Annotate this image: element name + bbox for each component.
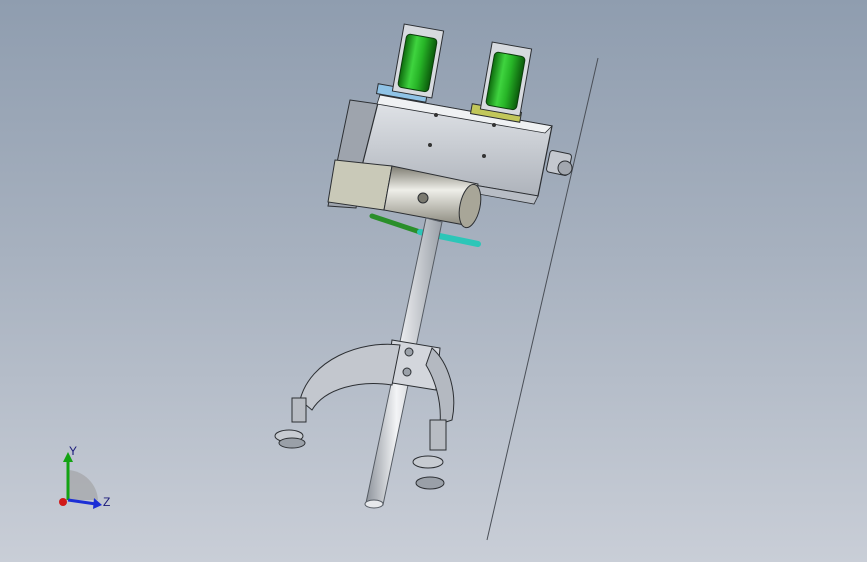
right-foot-cup [412, 455, 444, 469]
triad-y-label: Y [69, 444, 78, 458]
z-axis-line [67, 498, 97, 506]
left-foot-pad [278, 437, 306, 449]
clamp-bolt [404, 347, 414, 357]
side-knob-cap [557, 160, 573, 176]
motor-shaft-hole [417, 192, 429, 204]
screw [482, 154, 486, 158]
right-foot-stem [429, 419, 447, 451]
triad-z-label: Z [103, 495, 111, 509]
gripper-arch [299, 343, 401, 411]
screw [492, 123, 496, 127]
axis-triad [59, 452, 102, 509]
screw [434, 113, 438, 117]
link-arm [369, 213, 423, 235]
triad-xy-plane [68, 470, 98, 500]
left-foot-stem [291, 397, 307, 423]
assembly-model[interactable] [0, 0, 867, 562]
right-foot-pad [415, 476, 445, 490]
x-axis-dot [59, 498, 67, 506]
screw [428, 143, 432, 147]
cad-viewport[interactable]: Y Z [0, 0, 867, 562]
rod-end [364, 499, 384, 509]
motor-housing [327, 159, 393, 211]
clamp-bolt [402, 367, 412, 377]
